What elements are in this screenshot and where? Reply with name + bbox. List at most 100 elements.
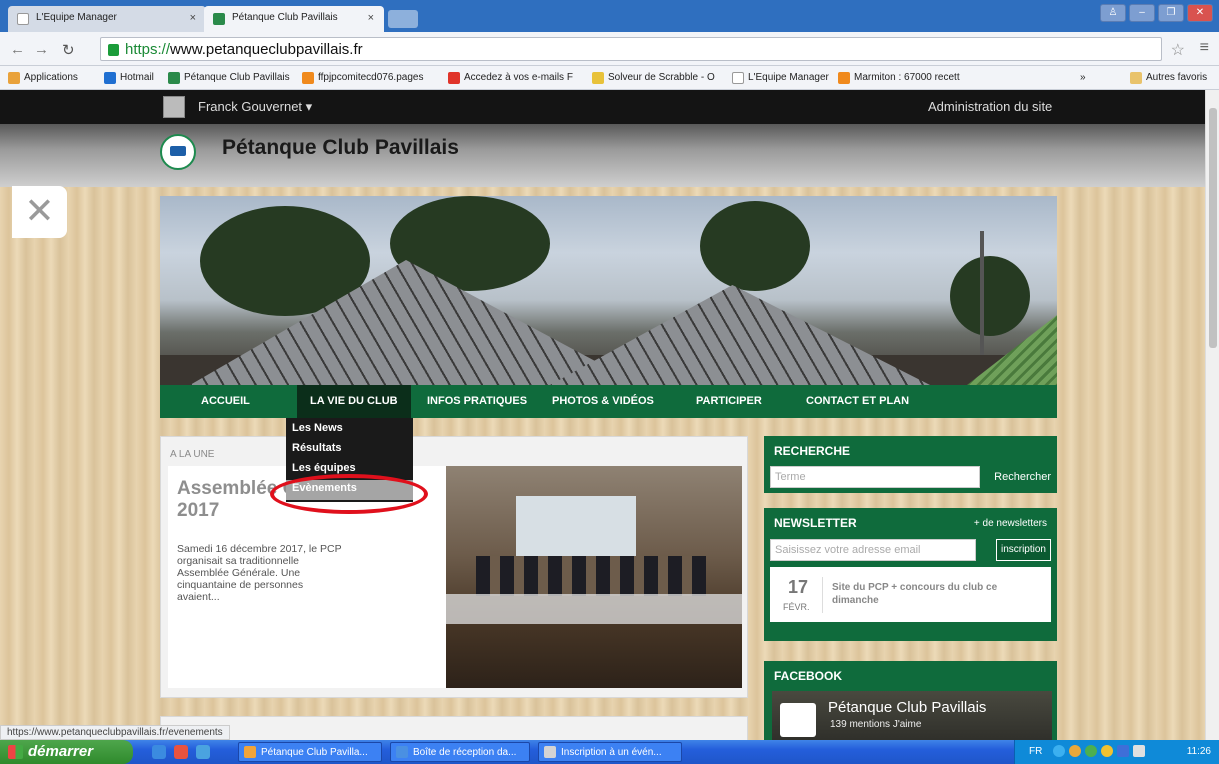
blogger-icon [302, 72, 314, 84]
tab-petanque-club[interactable]: Pétanque Club Pavillais × [204, 6, 384, 32]
maximize-button[interactable]: ❐ [1158, 4, 1184, 22]
bookmark-petanque[interactable]: Pétanque Club Pavillais [168, 72, 290, 84]
close-tab-icon[interactable]: × [368, 12, 374, 24]
club-logo [780, 703, 816, 737]
admin-bar: Franck Gouvernet ▾ Administration du sit… [0, 90, 1205, 124]
clock[interactable]: 11:26 [1187, 746, 1211, 757]
minimize-button[interactable]: – [1129, 4, 1155, 22]
ie-icon[interactable] [152, 745, 166, 759]
search-button[interactable]: Rechercher [994, 471, 1051, 483]
menu-icon[interactable]: ≡ [1200, 39, 1209, 57]
search-input[interactable]: Terme [770, 466, 980, 488]
facebook-page-name[interactable]: Pétanque Club Pavillais [828, 699, 986, 716]
close-window-button[interactable]: ✕ [1187, 4, 1213, 22]
newsletter-item[interactable]: 17 FÉVR. Site du PCP + concours du club … [770, 567, 1051, 622]
tree-shape [950, 256, 1030, 336]
site-favicon-icon [213, 13, 225, 25]
bookmark-label: ffpjpcomitecd076.pages [318, 72, 424, 83]
user-menu[interactable]: Franck Gouvernet ▾ [198, 99, 312, 115]
more-newsletters-link[interactable]: + de newsletters [974, 518, 1047, 529]
divider [822, 577, 823, 613]
lock-icon [108, 44, 119, 56]
bookmark-label: Solveur de Scrabble - O [608, 72, 715, 83]
taskbar-item-inscription[interactable]: Inscription à un évén... [538, 742, 682, 762]
email-field[interactable]: Saisissez votre adresse email [770, 539, 976, 561]
mail-icon [448, 72, 460, 84]
new-tab-button[interactable] [388, 10, 418, 28]
start-label: démarrer [28, 743, 94, 760]
tray-app-icon[interactable] [1101, 745, 1113, 757]
tab-equipe-manager[interactable]: L'Equipe Manager × [8, 6, 206, 32]
tables-shape [446, 594, 742, 624]
bookmark-label: Hotmail [120, 72, 154, 83]
user-icon[interactable]: ♙ [1100, 4, 1126, 22]
network-icon[interactable] [1053, 745, 1065, 757]
bookmark-equipe-manager[interactable]: L'Equipe Manager [732, 72, 829, 84]
chrome-icon[interactable] [174, 745, 188, 759]
bookmark-hotmail[interactable]: Hotmail [104, 72, 154, 84]
language-indicator[interactable]: FR [1029, 746, 1042, 757]
browser-tabstrip: L'Equipe Manager × Pétanque Club Pavilla… [0, 0, 1219, 32]
facebook-page-card[interactable]: Pétanque Club Pavillais 139 mentions J'a… [772, 691, 1052, 740]
url-scheme: https:// [125, 41, 171, 58]
desktop-icon[interactable] [196, 745, 210, 759]
menu-item-les-news[interactable]: Les News [286, 420, 413, 440]
scrollbar-thumb[interactable] [1209, 108, 1217, 348]
more-bookmarks-icon[interactable]: » [1080, 72, 1086, 83]
main-navigation: ACCUEIL LA VIE DU CLUB INFOS PRATIQUES P… [160, 385, 1057, 418]
bookmark-label: L'Equipe Manager [748, 72, 829, 83]
bookmark-applications[interactable]: Applications [8, 72, 78, 84]
close-tab-icon[interactable]: × [190, 12, 196, 24]
menu-item-resultats[interactable]: Résultats [286, 440, 413, 460]
bookmark-label: Autres favoris [1146, 72, 1208, 83]
nav-infos-pratiques[interactable]: INFOS PRATIQUES [427, 395, 527, 407]
site-title[interactable]: Pétanque Club Pavillais [222, 136, 459, 160]
nav-photos-videos[interactable]: PHOTOS & VIDÉOS [552, 395, 654, 407]
security-icon[interactable] [1069, 745, 1081, 757]
other-bookmarks-folder[interactable]: Autres favoris [1130, 72, 1208, 84]
tray-app-icon[interactable] [1117, 745, 1129, 757]
taskbar-item-chrome[interactable]: Pétanque Club Pavilla... [238, 742, 382, 762]
reload-icon[interactable]: ↻ [62, 41, 75, 59]
scrabble-icon [592, 72, 604, 84]
bookmark-star-icon[interactable]: ☆ [1171, 40, 1185, 60]
newsletter-month: FÉVR. [783, 602, 810, 612]
address-bar[interactable]: https://www.petanqueclubpavillais.fr [100, 37, 1162, 61]
nav-contact-et-plan[interactable]: CONTACT ET PLAN [806, 395, 909, 407]
folder-icon [1130, 72, 1142, 84]
subscribe-button[interactable]: inscription [995, 539, 1051, 561]
tree-shape [700, 201, 810, 291]
article-photo[interactable] [446, 466, 742, 688]
start-button[interactable]: démarrer [0, 740, 133, 764]
update-icon[interactable] [1085, 745, 1097, 757]
outlook-icon [104, 72, 116, 84]
speaker-icon[interactable] [1133, 745, 1145, 757]
windows-flag-icon [8, 745, 23, 759]
back-icon[interactable]: ← [10, 41, 25, 58]
widget-title: FACEBOOK [774, 669, 843, 683]
newsletter-day: 17 [788, 577, 809, 597]
window-controls: ♙ – ❐ ✕ [1100, 4, 1213, 22]
site-admin-link[interactable]: Administration du site [928, 99, 1052, 114]
avatar[interactable] [163, 96, 185, 118]
taskbar-item-mail[interactable]: Boîte de réception da... [390, 742, 530, 762]
document-icon [732, 72, 744, 84]
facebook-widget: FACEBOOK Pétanque Club Pavillais 139 men… [764, 661, 1057, 740]
site-header: Pétanque Club Pavillais [0, 124, 1205, 187]
club-logo[interactable] [160, 134, 196, 170]
bookmark-scrabble[interactable]: Solveur de Scrabble - O [592, 72, 715, 84]
nav-accueil[interactable]: ACCUEIL [201, 395, 250, 407]
forward-icon[interactable]: → [34, 41, 49, 58]
page-scrollbar[interactable] [1205, 90, 1219, 740]
bookmark-label: Pétanque Club Pavillais [184, 72, 290, 83]
bookmark-emails[interactable]: Accedez à vos e-mails F [448, 72, 573, 84]
article-excerpt: Samedi 16 décembre 2017, le PCP organisa… [177, 543, 342, 603]
nav-la-vie-du-club[interactable]: LA VIE DU CLUB [297, 385, 411, 418]
bookmark-ffpjp[interactable]: ffpjpcomitecd076.pages [302, 72, 424, 84]
site-favicon-icon [168, 72, 180, 84]
tab-label: Pétanque Club Pavillais [232, 12, 338, 23]
tools-icon[interactable]: ✕ [12, 186, 67, 238]
bookmark-marmiton[interactable]: Marmiton : 67000 recett [838, 72, 960, 84]
nav-participer[interactable]: PARTICIPER [696, 395, 762, 407]
mail-icon [396, 746, 408, 758]
